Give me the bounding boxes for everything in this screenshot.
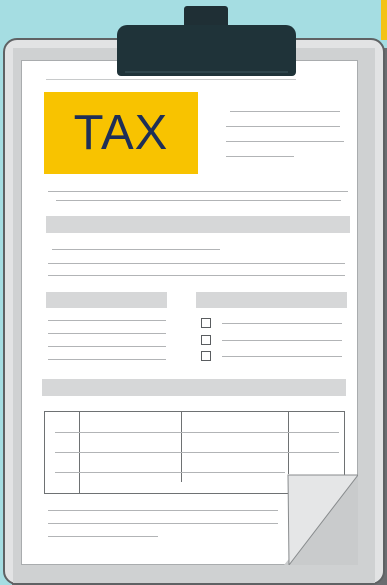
section-bar-left <box>46 292 167 308</box>
section-bar <box>42 379 346 396</box>
text-line <box>48 191 348 192</box>
text-line <box>48 263 345 264</box>
text-line <box>48 275 345 276</box>
table-row-line <box>55 432 339 433</box>
tax-clipboard-illustration: TAX <box>0 0 387 585</box>
table-row-line <box>55 472 285 473</box>
section-bar <box>46 216 350 233</box>
table-row-line <box>55 452 339 453</box>
header-line <box>226 156 294 157</box>
table-column-divider <box>288 412 289 474</box>
text-line <box>52 249 220 250</box>
checkbox-line <box>222 356 342 357</box>
text-line <box>48 346 166 347</box>
checkbox[interactable] <box>201 318 211 328</box>
checkbox[interactable] <box>201 351 211 361</box>
page-curl <box>284 474 358 565</box>
header-line <box>226 126 340 127</box>
text-line <box>48 510 278 511</box>
tax-badge: TAX <box>44 92 198 174</box>
accent-strip <box>381 0 387 40</box>
text-line <box>48 536 158 537</box>
tax-label: TAX <box>73 106 169 160</box>
text-line <box>56 200 341 201</box>
text-line <box>48 333 166 334</box>
text-line <box>46 79 296 80</box>
header-line <box>226 141 344 142</box>
text-line <box>48 320 166 321</box>
text-line <box>48 359 166 360</box>
section-bar-right <box>196 292 347 308</box>
checkbox-line <box>222 323 342 324</box>
checkbox[interactable] <box>201 335 211 345</box>
checkbox-line <box>222 340 342 341</box>
text-line <box>48 523 278 524</box>
header-line <box>230 111 340 112</box>
clip-body <box>117 25 296 76</box>
